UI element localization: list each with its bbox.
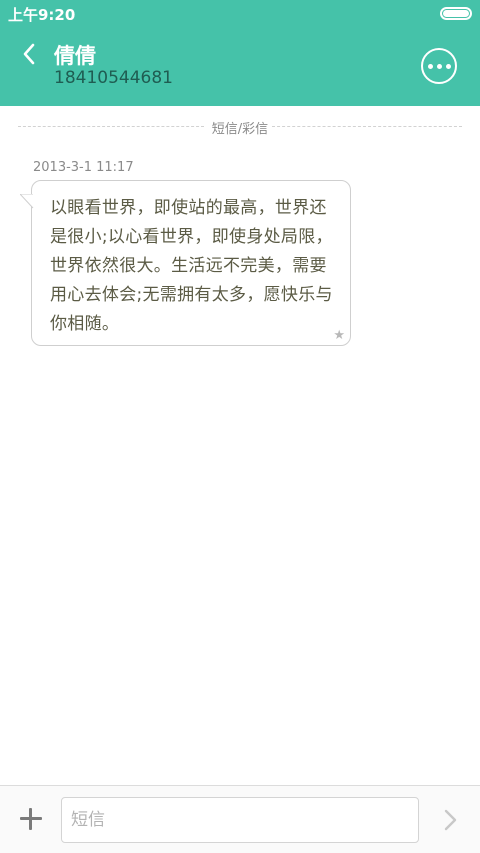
message-type-divider: 短信/彩信 [18, 118, 462, 137]
battery-fill [443, 10, 469, 17]
message-thread-screen: 上午9:20 倩倩 18410544681 短信/彩信 2013-3-1 11:… [0, 0, 480, 853]
status-bar: 上午9:20 [0, 0, 480, 26]
more-dots-icon [445, 63, 451, 69]
send-button[interactable] [440, 808, 460, 832]
battery-icon [440, 7, 472, 20]
header: 上午9:20 倩倩 18410544681 [0, 0, 480, 106]
add-attachment-button[interactable] [18, 806, 44, 832]
star-icon: ★ [333, 328, 345, 343]
more-dots-icon [427, 63, 433, 69]
divider-line [272, 126, 462, 127]
more-dots-icon [436, 63, 442, 69]
sms-input[interactable] [61, 797, 419, 843]
chevron-right-icon [444, 809, 457, 831]
back-button[interactable] [14, 38, 44, 70]
message-text: 以眼看世界，即使站的最高，世界还是很小;以心看世界，即使身处局限，世界依然很大。… [50, 198, 333, 334]
message-bubble[interactable]: 以眼看世界，即使站的最高，世界还是很小;以心看世界，即使身处局限，世界依然很大。… [20, 180, 351, 346]
contact-name: 倩倩 [54, 44, 96, 68]
compose-bar [0, 785, 480, 853]
message-timestamp: 2013-3-1 11:17 [33, 160, 134, 175]
chevron-left-icon [23, 43, 35, 65]
message-type-label: 短信/彩信 [211, 122, 269, 137]
more-options-button[interactable] [421, 48, 457, 84]
contact-number[interactable]: 18410544681 [54, 68, 173, 88]
status-time: 上午9:20 [8, 6, 76, 24]
plus-icon [29, 808, 32, 830]
